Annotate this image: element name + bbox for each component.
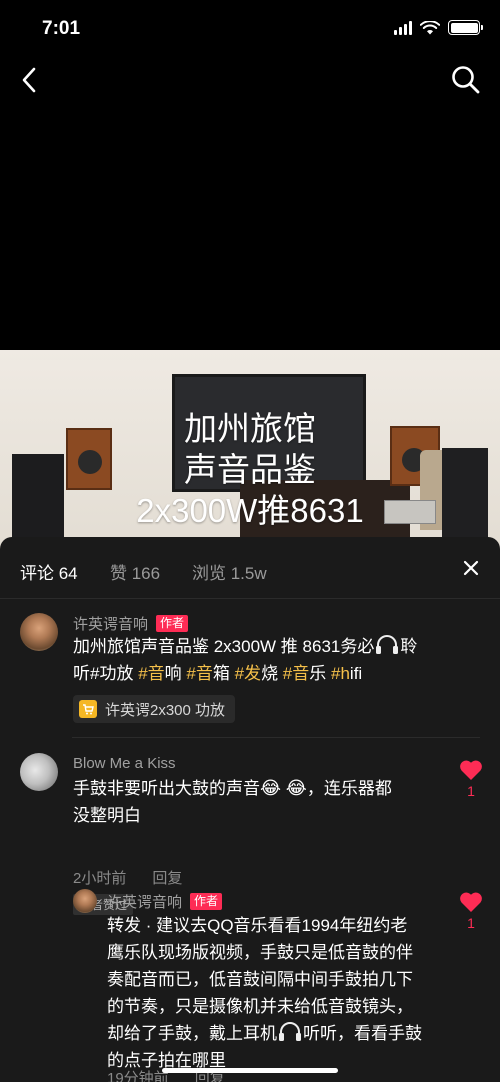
headphones-icon bbox=[279, 1022, 301, 1041]
close-button[interactable] bbox=[460, 557, 482, 579]
like-count: 1 bbox=[467, 783, 475, 799]
comment-author-row: 许英谔音响 作者 bbox=[107, 891, 223, 912]
hashtag[interactable]: #音 bbox=[186, 664, 212, 683]
heart-icon bbox=[460, 760, 482, 780]
avatar[interactable] bbox=[73, 889, 97, 913]
signal-icon bbox=[394, 20, 412, 35]
heart-icon bbox=[460, 892, 482, 912]
cart-icon bbox=[79, 700, 97, 718]
comment-text: 加州旅馆声音品鉴 2x300W 推 8631务必聆听#功放 聆 听#功放 #音响… bbox=[73, 635, 418, 683]
like-count: 1 bbox=[467, 915, 475, 931]
hashtag[interactable]: #音 bbox=[283, 664, 309, 683]
like-button[interactable]: 1 bbox=[458, 891, 484, 931]
comment-tabs: 评论 64 赞 166 浏览 1.5w bbox=[0, 537, 500, 599]
author-badge: 作者 bbox=[156, 615, 189, 632]
battery-icon bbox=[448, 20, 483, 35]
laughing-emoji-icon: 😂 bbox=[260, 778, 282, 799]
video-player[interactable]: 加州旅馆 声音品鉴 2x300W推8631 bbox=[0, 350, 500, 550]
comment-author[interactable]: Blow Me a Kiss bbox=[73, 755, 176, 772]
headphones-icon bbox=[376, 635, 399, 654]
home-indicator[interactable] bbox=[162, 1068, 338, 1073]
status-time: 7:01 bbox=[42, 18, 81, 39]
tab-views[interactable]: 浏览 1.5w bbox=[192, 559, 267, 584]
like-button[interactable]: 1 bbox=[458, 759, 484, 799]
reply-item: 许英谔音响 作者 转发 · 建议去QQ音乐看看1994年纽约老 鹰乐队现场版视频… bbox=[0, 877, 500, 1082]
comment-author-row: Blow Me a Kiss bbox=[73, 755, 176, 772]
chevron-left-icon bbox=[22, 67, 36, 93]
hashtag[interactable]: #发 bbox=[235, 664, 261, 683]
product-chip-label: 许英谔2x300 功放 bbox=[105, 701, 226, 719]
status-icons bbox=[394, 20, 483, 35]
divider bbox=[72, 737, 480, 738]
avatar[interactable] bbox=[20, 753, 58, 791]
comment-author[interactable]: 许英谔音响 bbox=[107, 891, 182, 912]
comment-time: 19分钟前 bbox=[107, 1070, 169, 1082]
comment-text: 转发 · 建议去QQ音乐看看1994年纽约老 鹰乐队现场版视频，手鼓只是低音鼓的… bbox=[107, 916, 422, 1070]
status-bar: 7:01 bbox=[0, 0, 500, 60]
laughing-emoji-icon: 😂 bbox=[285, 778, 307, 799]
search-button[interactable] bbox=[450, 64, 482, 96]
avatar[interactable] bbox=[20, 613, 58, 651]
tab-likes[interactable]: 赞 166 bbox=[110, 559, 160, 584]
video-title: 加州旅馆 声音品鉴 2x300W推8631 bbox=[136, 410, 364, 529]
tab-comments[interactable]: 评论 64 bbox=[20, 559, 78, 584]
comment-item: Blow Me a Kiss 手鼓非要听出大鼓的声音😂 😂，连乐器都 没整明白 … bbox=[0, 739, 500, 915]
comment-item: 许英谔音响 作者 加州旅馆声音品鉴 2x300W 推 8631务必聆听#功放 聆… bbox=[0, 599, 500, 739]
comment-author[interactable]: 许英谔音响 bbox=[73, 613, 148, 634]
hashtag[interactable]: #音 bbox=[138, 664, 164, 683]
author-badge: 作者 bbox=[190, 893, 223, 910]
wifi-icon bbox=[420, 20, 440, 34]
comment-sheet: 评论 64 赞 166 浏览 1.5w 许英谔音响 作者 加州旅馆声音品鉴 2x… bbox=[0, 537, 500, 1082]
close-icon bbox=[463, 560, 479, 576]
comment-text: 手鼓非要听出大鼓的声音😂 😂，连乐器都 没整明白 bbox=[73, 778, 392, 825]
comment-author-row: 许英谔音响 作者 bbox=[73, 613, 189, 634]
product-chip[interactable]: 许英谔2x300 功放 bbox=[73, 695, 236, 723]
hashtag[interactable]: #h bbox=[331, 664, 350, 683]
back-button[interactable] bbox=[14, 62, 44, 98]
